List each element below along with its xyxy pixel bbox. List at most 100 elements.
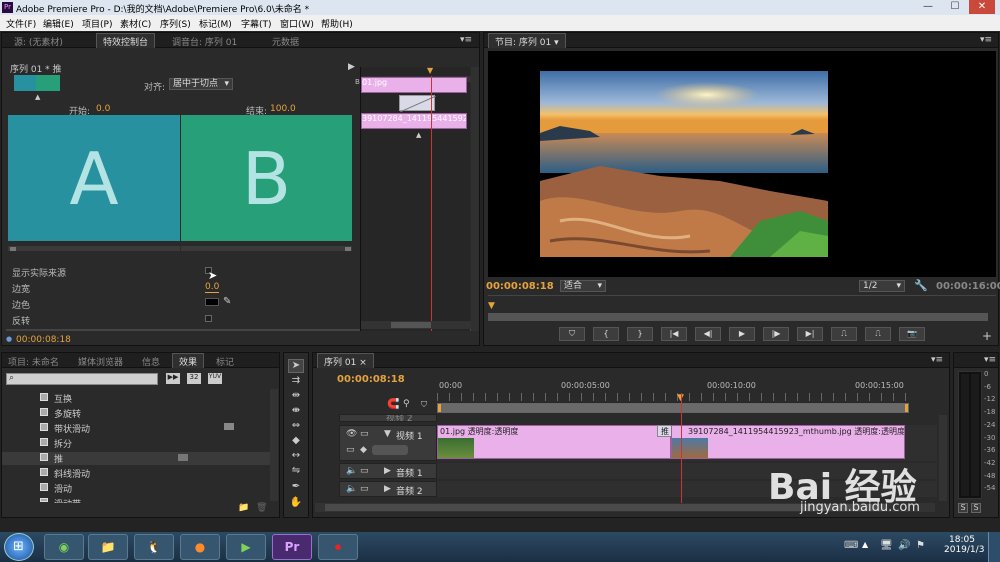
menu-clip[interactable]: 素材(C)	[120, 17, 151, 30]
speaker-icon[interactable]: 🔈	[346, 484, 357, 494]
program-playhead-icon[interactable]: ▼	[488, 301, 495, 311]
meter-menu-icon[interactable]: ▾≡	[984, 355, 996, 365]
display-style-icon[interactable]: ▭	[346, 445, 355, 455]
timeline-clip-2[interactable]: 39107284_1411954415923_mthumb.jpg 透明度:透明…	[671, 425, 905, 459]
slider-b-track[interactable]	[181, 246, 352, 251]
marker-icon[interactable]: ⛉	[421, 400, 427, 410]
add-marker-button[interactable]: ⛉	[559, 327, 585, 341]
track-select-tool-icon[interactable]: ⇉	[288, 375, 304, 389]
timeline-menu-icon[interactable]: ▾≡	[931, 355, 943, 365]
mini-scrollbar[interactable]	[361, 321, 471, 329]
track-header-video2[interactable]: 视频 2	[339, 414, 437, 422]
menu-title[interactable]: 字幕(T)	[241, 17, 272, 30]
tab-metadata[interactable]: 元数据	[272, 35, 299, 48]
keyframe-nav[interactable]	[372, 445, 408, 455]
lock-icon[interactable]: ▭	[360, 466, 369, 476]
track-header-audio1[interactable]: 🔈 ▭ ▶ 音频 1	[339, 463, 437, 479]
maximize-button[interactable]: ☐	[942, 0, 968, 14]
network-icon[interactable]: 🖥	[880, 540, 893, 551]
accelerated-effects-icon[interactable]: ▶▶	[166, 373, 180, 384]
firefox-icon[interactable]: ●	[180, 534, 220, 560]
resolution-select[interactable]: 1/2 ▾	[859, 280, 905, 292]
rolling-edit-tool-icon[interactable]: ⇼	[288, 405, 304, 419]
fit-select[interactable]: 适合 ▾	[560, 280, 606, 292]
tab-sequence[interactable]: 序列 01 ×	[317, 353, 374, 368]
effect-item[interactable]: 滑动带	[54, 497, 81, 503]
tab-project[interactable]: 项目: 未命名	[8, 355, 59, 368]
slider-a-handle[interactable]	[10, 247, 16, 251]
step-back-button[interactable]: ◀|	[695, 327, 721, 341]
tab-media-browser[interactable]: 媒体浏览器	[78, 355, 123, 368]
32bit-effects-icon[interactable]: 32	[187, 373, 201, 384]
premiere-taskbar-icon[interactable]: Pr	[272, 534, 312, 560]
step-forward-button[interactable]: |▶	[763, 327, 789, 341]
menu-file[interactable]: 文件(F)	[6, 17, 36, 30]
tab-program[interactable]: 节目: 序列 01 ▾	[488, 33, 566, 48]
mark-out-button[interactable]: }	[627, 327, 653, 341]
pen-tool-icon[interactable]: ✒	[288, 481, 304, 495]
timeline-ruler[interactable]: 00:00 00:00:05:00 00:00:10:00 00:00:15:0…	[437, 381, 909, 393]
preview-b[interactable]: B	[181, 115, 352, 241]
timeline-clip-1[interactable]: 01.jpg 透明度:透明度	[437, 425, 671, 459]
mini-transition[interactable]	[399, 95, 437, 113]
export-frame-button[interactable]: 📷	[899, 327, 925, 341]
effect-item[interactable]: 滑动	[54, 482, 72, 495]
add-button-icon[interactable]: +	[982, 329, 992, 343]
tab-effect-controls[interactable]: 特效控制台	[96, 33, 156, 48]
track-header-audio2[interactable]: 🔈 ▭ ▶ 音频 2	[339, 481, 437, 497]
ec-vscrollbar[interactable]	[471, 67, 479, 331]
flag-icon[interactable]: ⚑	[916, 540, 925, 551]
menu-window[interactable]: 窗口(W)	[280, 17, 314, 30]
ec-timecode[interactable]: 00:00:08:18	[16, 335, 71, 345]
go-to-in-button[interactable]: |◀	[661, 327, 687, 341]
qq-icon[interactable]: 🐧	[134, 534, 174, 560]
delete-icon[interactable]: 🗑	[256, 503, 267, 513]
panel-menu-icon[interactable]: ▾≡	[460, 35, 472, 45]
slider-b-handle[interactable]	[345, 247, 351, 251]
program-timecode[interactable]: 00:00:08:18	[486, 281, 554, 292]
slide-tool-icon[interactable]: ⇋	[288, 465, 304, 479]
tab-audio-mixer[interactable]: 调音台: 序列 01	[172, 35, 237, 48]
start-button[interactable]: ⊞	[4, 533, 34, 561]
file-explorer-icon[interactable]: 📁	[88, 534, 128, 560]
menu-project[interactable]: 项目(P)	[82, 17, 112, 30]
rate-stretch-tool-icon[interactable]: ⇔	[288, 420, 304, 434]
menu-sequence[interactable]: 序列(S)	[160, 17, 191, 30]
expand-triangle-icon[interactable]: ▶	[384, 466, 391, 476]
menu-help[interactable]: 帮助(H)	[321, 17, 353, 30]
effect-item-selected[interactable]: 推	[54, 452, 63, 465]
tab-effects[interactable]: 效果	[172, 353, 205, 368]
ripple-edit-tool-icon[interactable]: ⇹	[288, 390, 304, 404]
snap-icon[interactable]: 🧲	[387, 399, 399, 410]
expand-triangle-icon[interactable]: ▶	[384, 484, 391, 494]
border-width-value[interactable]: 0.0	[205, 282, 220, 293]
menu-marker[interactable]: 标记(M)	[199, 17, 232, 30]
volume-icon[interactable]: 🔊	[898, 540, 910, 551]
play-button[interactable]: ▶	[729, 327, 755, 341]
razor-tool-icon[interactable]: ◆	[288, 435, 304, 449]
effect-item[interactable]: 带状滑动	[54, 422, 90, 435]
selection-tool-icon[interactable]: ➤	[288, 359, 304, 373]
end-value[interactable]: 100.0	[270, 104, 296, 114]
work-area-bar[interactable]	[437, 403, 909, 413]
tray-chevron-icon[interactable]: ▲	[862, 540, 868, 549]
speaker-icon[interactable]: 🔈	[346, 466, 357, 476]
solo-left-button[interactable]: S	[958, 503, 968, 513]
align-select[interactable]: 居中于切点 ▾	[169, 78, 233, 90]
expand-triangle-icon[interactable]: ▼	[384, 429, 391, 439]
effect-item[interactable]: 拆分	[54, 437, 72, 450]
effect-item[interactable]: 多旋转	[54, 407, 81, 420]
show-desktop-button[interactable]	[988, 532, 1000, 562]
close-button[interactable]: ✕	[969, 0, 995, 14]
new-bin-icon[interactable]: 📁	[238, 503, 249, 513]
eye-icon[interactable]: 👁	[346, 429, 357, 439]
lift-button[interactable]: ⎍	[831, 327, 857, 341]
mark-in-button[interactable]: {	[593, 327, 619, 341]
lock-icon[interactable]: ▭	[360, 484, 369, 494]
timeline-vscrollbar[interactable]	[939, 415, 947, 501]
effects-scrollbar[interactable]	[270, 389, 278, 501]
effects-search-input[interactable]: ⌕	[6, 373, 158, 385]
yuv-effects-icon[interactable]: YUV	[208, 373, 222, 384]
minimize-button[interactable]: —	[915, 0, 941, 14]
reverse-checkbox[interactable]	[205, 315, 212, 322]
